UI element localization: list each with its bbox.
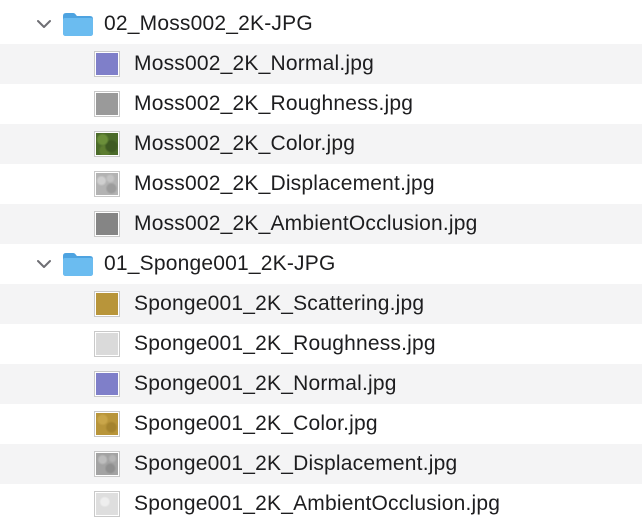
normal-map-thumbnail-icon [94, 371, 120, 397]
folder-icon [62, 11, 94, 37]
file-name: Moss002_2K_Displacement.jpg [134, 172, 435, 195]
file-name: Moss002_2K_Normal.jpg [134, 52, 374, 75]
roughness-map-thumbnail-icon [94, 331, 120, 357]
chevron-down-icon[interactable] [36, 256, 52, 272]
moss-color-thumbnail-icon [94, 131, 120, 157]
file-name: Sponge001_2K_Displacement.jpg [134, 452, 458, 475]
file-name: Sponge001_2K_Color.jpg [134, 412, 378, 435]
folder-icon [62, 251, 94, 277]
file-name: Moss002_2K_Color.jpg [134, 132, 356, 155]
file-row[interactable]: Sponge001_2K_Normal.jpg [0, 364, 642, 404]
displacement-map-thumbnail-icon [94, 451, 120, 477]
displacement-map-thumbnail-icon [94, 171, 120, 197]
file-list: 02_Moss002_2K-JPG Moss002_2K_Normal.jpg … [0, 0, 642, 524]
file-row[interactable]: Sponge001_2K_Color.jpg [0, 404, 642, 444]
ao-map-thumbnail-icon [94, 211, 120, 237]
file-name: Sponge001_2K_AmbientOcclusion.jpg [134, 492, 501, 515]
file-row[interactable]: Sponge001_2K_Scattering.jpg [0, 284, 642, 324]
folder-name: 02_Moss002_2K-JPG [104, 12, 313, 35]
file-name: Sponge001_2K_Roughness.jpg [134, 332, 436, 355]
folder-row-moss[interactable]: 02_Moss002_2K-JPG [0, 4, 642, 44]
file-row[interactable]: Sponge001_2K_Roughness.jpg [0, 324, 642, 364]
file-row[interactable]: Moss002_2K_AmbientOcclusion.jpg [0, 204, 642, 244]
folder-name: 01_Sponge001_2K-JPG [104, 252, 336, 275]
file-row[interactable]: Sponge001_2K_AmbientOcclusion.jpg [0, 484, 642, 524]
folder-row-sponge[interactable]: 01_Sponge001_2K-JPG [0, 244, 642, 284]
file-name: Sponge001_2K_Normal.jpg [134, 372, 397, 395]
file-row[interactable]: Moss002_2K_Normal.jpg [0, 44, 642, 84]
file-name: Moss002_2K_AmbientOcclusion.jpg [134, 212, 478, 235]
normal-map-thumbnail-icon [94, 51, 120, 77]
ao-map-thumbnail-icon [94, 491, 120, 517]
file-row[interactable]: Sponge001_2K_Displacement.jpg [0, 444, 642, 484]
sponge-color-thumbnail-icon [94, 411, 120, 437]
chevron-down-icon[interactable] [36, 16, 52, 32]
scattering-map-thumbnail-icon [94, 291, 120, 317]
file-row[interactable]: Moss002_2K_Color.jpg [0, 124, 642, 164]
file-row[interactable]: Moss002_2K_Roughness.jpg [0, 84, 642, 124]
roughness-map-thumbnail-icon [94, 91, 120, 117]
file-name: Sponge001_2K_Scattering.jpg [134, 292, 425, 315]
file-name: Moss002_2K_Roughness.jpg [134, 92, 414, 115]
file-row[interactable]: Moss002_2K_Displacement.jpg [0, 164, 642, 204]
